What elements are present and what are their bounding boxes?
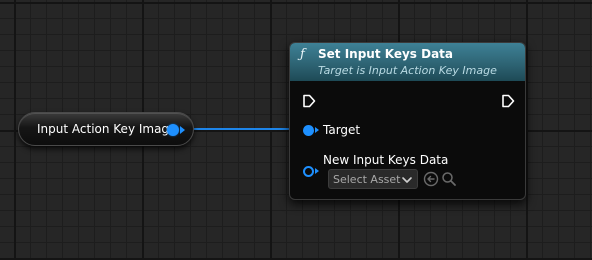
variable-node-label: Input Action Key Image [37, 122, 177, 136]
input-keys-data-pin[interactable] [303, 166, 314, 177]
function-node-subtitle: Target is Input Action Key Image [318, 64, 497, 77]
select-asset-label: Select Asset [333, 173, 401, 186]
target-input-pin[interactable] [303, 125, 314, 136]
function-node-title: Set Input Keys Data [318, 47, 454, 61]
chevron-down-icon [402, 177, 412, 183]
search-icon[interactable] [441, 171, 457, 187]
variable-output-pin-arrow-icon [180, 126, 185, 134]
exec-input-pin-icon[interactable] [302, 94, 316, 108]
variable-output-pin[interactable] [167, 124, 179, 136]
input-keys-data-label: New Input Keys Data [323, 153, 449, 167]
input-keys-data-pin-arrow-icon [315, 168, 319, 174]
function-icon: ƒ [300, 47, 305, 62]
variable-node-input-action-key-image[interactable]: Input Action Key Image [18, 112, 194, 146]
function-node-header[interactable]: ƒ Set Input Keys Data Target is Input Ac… [290, 43, 525, 81]
target-pin-label: Target [323, 123, 361, 137]
exec-output-pin-icon[interactable] [501, 94, 515, 108]
select-asset-dropdown[interactable]: Select Asset [328, 169, 418, 189]
target-pin-arrow-icon [315, 127, 319, 133]
function-node-set-input-keys-data[interactable]: ƒ Set Input Keys Data Target is Input Ac… [289, 42, 526, 200]
use-selected-asset-icon[interactable] [423, 171, 439, 187]
